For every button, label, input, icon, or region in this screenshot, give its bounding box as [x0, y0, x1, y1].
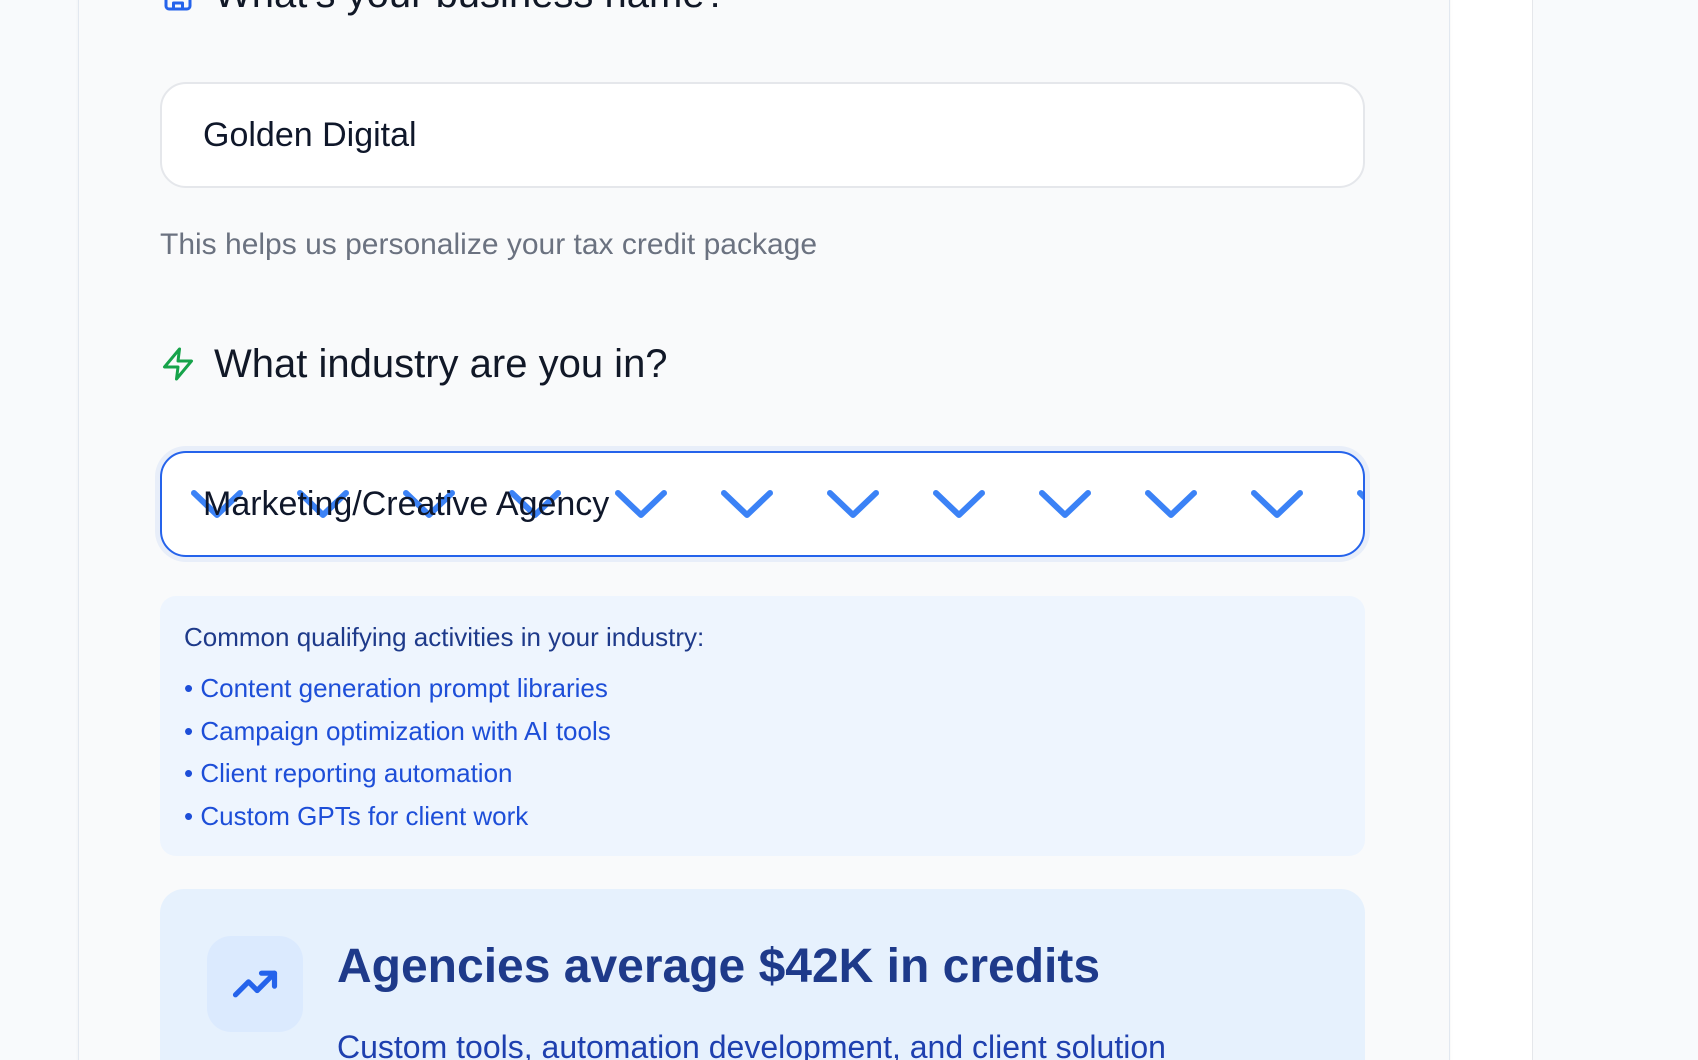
- business-name-question: What’s your business name?: [160, 0, 727, 16]
- qualifying-activity-item: • Content generation prompt libraries: [184, 673, 608, 703]
- qualifying-activities-list: • Content generation prompt libraries • …: [184, 667, 1341, 837]
- industry-stat-card: Agencies average $42K in credits Custom …: [160, 889, 1365, 1060]
- chevron-down-icon: [1357, 490, 1363, 501]
- business-name-input[interactable]: Golden Digital: [160, 82, 1365, 188]
- stat-subtitle: Custom tools, automation development, an…: [337, 1029, 1166, 1060]
- industry-selected-value: Marketing/Creative Agency: [203, 484, 610, 523]
- chevron-down-icon: [827, 490, 879, 518]
- chevron-down-icon: [1039, 490, 1091, 518]
- business-name-question-text: What’s your business name?: [214, 0, 727, 16]
- chevron-down-icon: [933, 490, 985, 518]
- chevron-down-icon: [615, 490, 667, 518]
- business-name-helper: This helps us personalize your tax credi…: [160, 228, 818, 261]
- qualifying-activity-item: • Client reporting automation: [184, 758, 513, 788]
- stat-title: Agencies average $42K in credits: [337, 940, 1101, 993]
- lightning-icon: [160, 346, 196, 382]
- chevron-down-icon: [721, 490, 773, 518]
- building-icon: [160, 0, 196, 12]
- right-side-panel: [1450, 0, 1533, 1060]
- business-name-value: Golden Digital: [203, 115, 417, 154]
- industry-question-text: What industry are you in?: [214, 342, 668, 386]
- qualifying-activities-box: Common qualifying activities in your ind…: [160, 596, 1365, 856]
- trending-up-icon: [207, 936, 303, 1032]
- page: What’s your business name? Golden Digita…: [0, 0, 1698, 1060]
- chevron-down-icon: [1145, 490, 1197, 518]
- qualifying-activities-title: Common qualifying activities in your ind…: [184, 622, 705, 652]
- industry-question: What industry are you in?: [160, 342, 668, 386]
- qualifying-activity-item: • Custom GPTs for client work: [184, 800, 529, 831]
- industry-select[interactable]: Marketing/Creative Agency: [160, 451, 1365, 557]
- qualifying-activity-item: • Campaign optimization with AI tools: [184, 715, 611, 746]
- chevron-down-icon: [1251, 490, 1303, 518]
